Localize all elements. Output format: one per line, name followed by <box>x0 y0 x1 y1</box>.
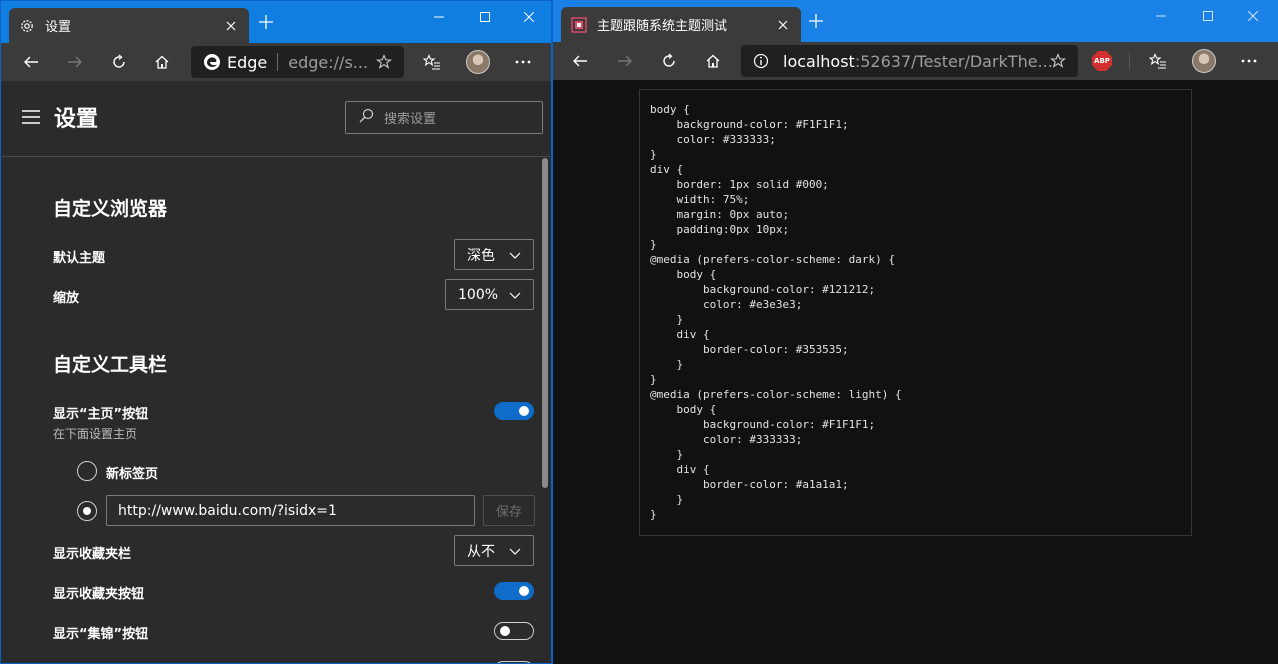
tab-test-page[interactable]: 主题跟随系统主题测试 <box>561 7 801 42</box>
maximize-icon[interactable] <box>462 1 508 33</box>
menu-icon[interactable] <box>22 110 40 124</box>
star-icon[interactable] <box>1049 53 1067 73</box>
radio-newtab[interactable] <box>77 461 97 481</box>
tab-title: 主题跟随系统主题测试 <box>597 19 728 34</box>
close-tab-icon[interactable] <box>223 18 239 34</box>
maximize-icon[interactable] <box>1185 0 1231 32</box>
refresh-icon[interactable] <box>105 48 133 76</box>
home-icon[interactable] <box>699 47 727 75</box>
section-title-toolbar: 自定义工具栏 <box>53 354 168 376</box>
edge-logo-icon <box>203 53 221 71</box>
back-icon[interactable] <box>566 47 594 75</box>
home-button-label: 显示“主页”按钮 <box>53 407 149 422</box>
chevron-down-icon <box>509 287 521 303</box>
titlebar: 设置 <box>1 1 551 43</box>
settings-header: 设置 搜索设置 <box>2 81 550 157</box>
chevron-down-icon <box>509 543 521 559</box>
chevron-down-icon <box>509 247 521 263</box>
zoom-label: 缩放 <box>53 291 80 306</box>
search-input[interactable]: 搜索设置 <box>345 101 543 134</box>
gear-icon <box>19 18 35 34</box>
code-block: body { background-color: #F1F1F1; color:… <box>639 89 1192 536</box>
home-url-value: http://www.baidu.com/?isidx=1 <box>118 502 337 519</box>
collections-button-label: 显示“集锦”按钮 <box>53 627 149 642</box>
address-bar[interactable]: Edge edge://s... <box>191 46 404 78</box>
toolbar-divider <box>1129 53 1130 69</box>
adblock-label: ABP <box>1092 51 1112 71</box>
home-button-sublabel: 在下面设置主页 <box>53 427 138 441</box>
scrollbar[interactable] <box>541 158 549 663</box>
new-tab-icon[interactable] <box>807 12 825 30</box>
favorites-bar-label: 显示收藏夹栏 <box>53 547 132 562</box>
tab-title: 设置 <box>45 20 72 35</box>
tab-settings[interactable]: 设置 <box>9 8 249 43</box>
new-tab-icon[interactable] <box>257 13 275 31</box>
minimize-icon[interactable] <box>416 1 462 33</box>
address-bar[interactable]: localhost :52637/Tester/DarkThe... <box>741 45 1078 77</box>
css-code-text: body { background-color: #F1F1F1; color:… <box>650 103 902 521</box>
close-tab-icon[interactable] <box>775 17 791 33</box>
address-path: :52637/Tester/DarkThe... <box>854 51 1053 71</box>
info-icon[interactable] <box>753 53 769 69</box>
favorites-icon[interactable] <box>1144 47 1172 75</box>
favorites-icon[interactable] <box>418 48 446 76</box>
home-button-toggle[interactable] <box>494 402 534 420</box>
radio-newtab-label: 新标签页 <box>106 467 159 482</box>
theme-label: 默认主题 <box>53 251 106 266</box>
back-icon[interactable] <box>17 48 45 76</box>
more-icon[interactable] <box>509 48 537 76</box>
favorites-bar-dropdown[interactable]: 从不 <box>454 535 534 566</box>
save-button[interactable]: 保存 <box>483 495 535 526</box>
search-placeholder: 搜索设置 <box>384 112 437 127</box>
settings-window: 设置 Edge edge://s... 设置 搜索设置 自定义浏览器 默认主题 … <box>0 0 552 664</box>
home-url-input[interactable]: http://www.baidu.com/?isidx=1 <box>106 495 475 526</box>
close-window-icon[interactable] <box>1230 0 1276 32</box>
favorites-button-label: 显示收藏夹按钮 <box>53 587 145 602</box>
forward-icon[interactable] <box>611 47 639 75</box>
section-title-browser: 自定义浏览器 <box>53 198 168 220</box>
search-icon <box>358 108 374 128</box>
adblock-icon[interactable]: ABP <box>1088 47 1116 75</box>
address-divider <box>277 53 279 71</box>
save-button-label: 保存 <box>495 505 522 520</box>
test-page-window: 主题跟随系统主题测试 localhost :52637/Tester/DarkT… <box>552 0 1278 664</box>
toolbar: localhost :52637/Tester/DarkThe... ABP <box>553 42 1278 80</box>
zoom-value: 100% <box>458 286 499 303</box>
theme-value: 深色 <box>467 247 495 264</box>
favorites-button-toggle[interactable] <box>494 582 534 600</box>
address-url: edge://s... <box>288 52 369 72</box>
titlebar: 主题跟随系统主题测试 <box>553 0 1278 42</box>
star-icon[interactable] <box>375 54 393 74</box>
address-host: localhost <box>783 51 855 71</box>
radio-custom-url[interactable] <box>77 501 97 521</box>
zoom-dropdown[interactable]: 100% <box>445 279 534 310</box>
refresh-icon[interactable] <box>655 47 683 75</box>
forward-icon[interactable] <box>61 48 89 76</box>
home-icon[interactable] <box>148 48 176 76</box>
close-window-icon[interactable] <box>506 1 551 33</box>
settings-content: 自定义浏览器 默认主题 深色 缩放 100% 自定义工具栏 显示“主页”按钮 在… <box>2 158 539 663</box>
minimize-icon[interactable] <box>1138 0 1184 32</box>
more-icon[interactable] <box>1235 47 1263 75</box>
address-brand: Edge <box>227 52 268 72</box>
avatar[interactable] <box>466 50 490 74</box>
collections-button-toggle[interactable] <box>494 622 534 640</box>
avatar[interactable] <box>1192 49 1216 73</box>
theme-dropdown[interactable]: 深色 <box>454 239 534 270</box>
toolbar: Edge edge://s... <box>1 43 551 81</box>
scrollbar-thumb[interactable] <box>542 158 548 488</box>
favorites-bar-value: 从不 <box>467 543 495 560</box>
page-title: 设置 <box>54 107 99 132</box>
page-favicon-icon <box>571 16 587 33</box>
